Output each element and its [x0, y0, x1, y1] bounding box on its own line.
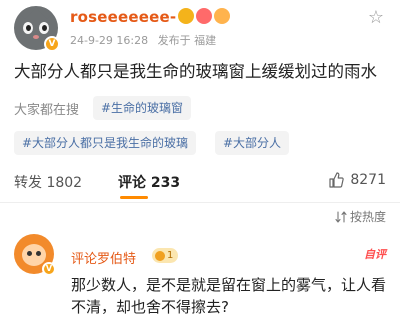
repost-tab[interactable]: 转发 1802: [14, 172, 82, 192]
active-tab-indicator: [120, 196, 148, 199]
star-icon[interactable]: ☆: [366, 8, 386, 28]
likes-tab[interactable]: 8271: [328, 172, 386, 188]
section-divider: [0, 202, 400, 203]
level-badge: 1: [152, 248, 179, 263]
topic-chip[interactable]: #生命的玻璃窗: [93, 96, 192, 120]
comments-tab[interactable]: 评论 233: [118, 172, 180, 192]
sort-icon: [335, 210, 347, 223]
avatar-eye-right: [39, 22, 49, 34]
post-timestamp: 24-9-29 16:28: [70, 34, 149, 47]
self-comment-tag: 自评: [364, 248, 386, 261]
post-header: V roseeeeeee- 24-9-29 16:28 发布于 福建 ☆: [14, 6, 386, 52]
crown-badge-icon: [178, 8, 194, 24]
level-number: 1: [167, 250, 174, 261]
avatar-eye-right: [36, 251, 41, 256]
avatar-ear-left: [15, 6, 35, 19]
trending-label: 大家都在搜: [14, 103, 80, 118]
comment-item: V 评论罗伯特 1 自评 那少数人，是不是就是留在窗上的雾气，让人看不清，却也舍…: [0, 232, 400, 317]
username[interactable]: roseeeeeee-: [70, 8, 176, 26]
avatar-eye-left: [27, 251, 32, 256]
likes-count: 8271: [350, 172, 386, 188]
avatar-ear-right: [37, 6, 57, 19]
level-medal-icon: [155, 250, 165, 261]
post-source: 发布于 福建: [157, 34, 217, 47]
thumbs-up-icon: [329, 172, 345, 188]
user-badges: [178, 8, 230, 24]
action-bar: 转发 1802 评论 233 8271: [0, 163, 400, 199]
avatar-eye-left: [23, 22, 33, 34]
sort-selector[interactable]: 按热度: [335, 208, 386, 225]
topic-chip[interactable]: #大部分人: [215, 131, 290, 155]
topic-chip[interactable]: #大部分人都只是我生命的玻璃: [14, 131, 197, 155]
comment-text: 那少数人，是不是就是留在窗上的雾气，让人看不清，却也舍不得擦去?: [71, 276, 387, 316]
heart-badge-icon: [196, 8, 212, 24]
post-content: 大部分人都只是我生命的玻璃窗上缓缓划过的雨水: [14, 62, 377, 81]
post-meta: 24-9-29 16:28 发布于 福建: [70, 32, 222, 48]
verified-badge-icon: V: [42, 262, 56, 276]
verified-badge-icon: V: [44, 36, 60, 52]
commenter-name[interactable]: 评论罗伯特: [71, 248, 136, 267]
fish-badge-icon: [214, 8, 230, 24]
avatar-nose: [33, 35, 39, 39]
avatar-face: [22, 244, 46, 266]
sort-label: 按热度: [349, 210, 386, 224]
